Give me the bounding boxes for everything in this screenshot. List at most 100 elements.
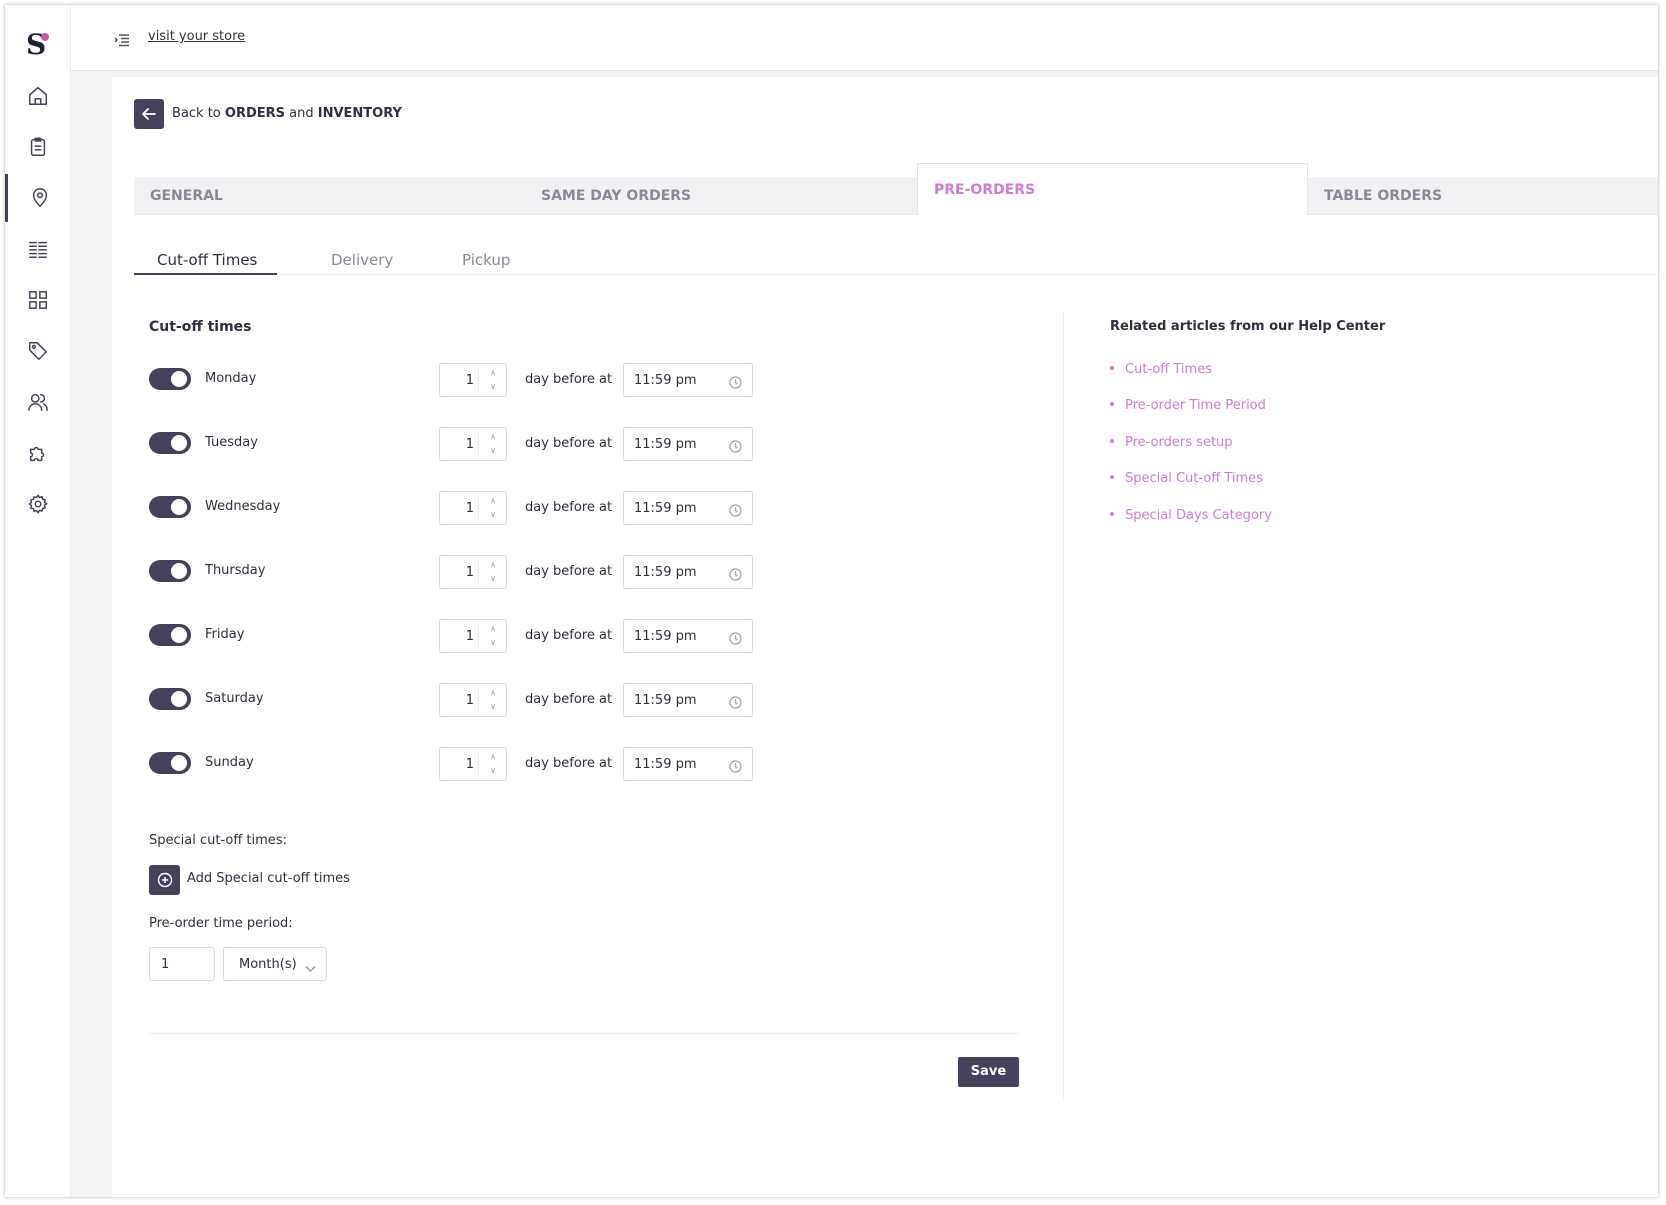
- saturday-toggle[interactable]: [149, 688, 191, 710]
- clipboard-icon[interactable]: [5, 123, 71, 171]
- special-cutoff-label: Special cut-off times:: [149, 833, 287, 848]
- gear-icon[interactable]: [5, 480, 71, 528]
- tab-same-day-orders[interactable]: SAME DAY ORDERS: [525, 177, 917, 215]
- clock-icon: [729, 758, 742, 773]
- days-before-stepper[interactable]: 1 ∧ ∨: [439, 427, 507, 461]
- grid-icon[interactable]: [5, 276, 71, 324]
- cutoff-row-tuesday: Tuesday 1 ∧ ∨ day before at 11:59 pm: [149, 427, 769, 463]
- menu-collapse-icon[interactable]: [114, 32, 129, 47]
- clock-icon: [729, 502, 742, 517]
- back-button[interactable]: [134, 99, 164, 129]
- settings-card: Back to ORDERS and INVENTORY GENERAL SAM…: [112, 77, 1658, 1197]
- day-before-label: day before at: [525, 628, 613, 643]
- day-label: Friday: [205, 627, 245, 642]
- tuesday-toggle[interactable]: [149, 432, 191, 454]
- cutoff-row-sunday: Sunday 1 ∧ ∨ day before at 11:59 pm: [149, 747, 769, 783]
- help-center-title: Related articles from our Help Center: [1110, 319, 1386, 334]
- day-before-label: day before at: [525, 372, 613, 387]
- cutoff-time-input[interactable]: 11:59 pm: [623, 747, 753, 781]
- clock-icon: [729, 374, 742, 389]
- wednesday-toggle[interactable]: [149, 496, 191, 518]
- clock-icon: [729, 694, 742, 709]
- app-window: S visit your store Back to ORDERS and IN…: [5, 5, 1658, 1197]
- stepper-arrows[interactable]: ∧ ∨: [478, 364, 506, 396]
- help-link-cutoff-times[interactable]: Cut-off Times: [1110, 360, 1212, 380]
- back-link-text[interactable]: Back to ORDERS and INVENTORY: [172, 104, 402, 124]
- day-label: Wednesday: [205, 499, 281, 514]
- stepper-arrows[interactable]: ∧ ∨: [478, 492, 506, 524]
- column-divider: [1063, 313, 1064, 1101]
- add-special-cutoff-link[interactable]: Add Special cut-off times: [187, 869, 350, 889]
- preorder-period-unit-select[interactable]: Month(s): [223, 947, 327, 981]
- clock-icon: [729, 630, 742, 645]
- clock-icon: [729, 566, 742, 581]
- cutoff-row-wednesday: Wednesday 1 ∧ ∨ day before at 11:59 pm: [149, 491, 769, 527]
- cutoff-time-input[interactable]: 11:59 pm: [623, 491, 753, 525]
- preorder-period-label: Pre-order time period:: [149, 916, 293, 931]
- save-button[interactable]: Save: [958, 1057, 1019, 1087]
- monday-toggle[interactable]: [149, 368, 191, 390]
- stepper-arrows[interactable]: ∧ ∨: [478, 684, 506, 716]
- visit-store-link[interactable]: visit your store: [148, 27, 245, 47]
- help-link-preorders-setup[interactable]: Pre-orders setup: [1110, 433, 1233, 453]
- stepper-arrows[interactable]: ∧ ∨: [478, 428, 506, 460]
- cutoff-time-input[interactable]: 11:59 pm: [623, 363, 753, 397]
- day-label: Sunday: [205, 755, 254, 770]
- brand-logo[interactable]: S: [25, 27, 55, 63]
- cutoff-row-thursday: Thursday 1 ∧ ∨ day before at 11:59 pm: [149, 555, 769, 591]
- puzzle-icon[interactable]: [5, 429, 71, 477]
- stepper-arrows[interactable]: ∧ ∨: [478, 748, 506, 780]
- arrow-left-icon: [142, 108, 156, 120]
- thursday-toggle[interactable]: [149, 560, 191, 582]
- day-before-label: day before at: [525, 692, 613, 707]
- tag-icon[interactable]: [5, 327, 71, 375]
- active-subtab-indicator: [134, 273, 277, 275]
- day-before-label: day before at: [525, 436, 613, 451]
- help-link-preorder-time-period[interactable]: Pre-order Time Period: [1110, 396, 1266, 416]
- subtab-pickup[interactable]: Pickup: [462, 249, 510, 271]
- day-before-label: day before at: [525, 756, 613, 771]
- days-before-stepper[interactable]: 1 ∧ ∨: [439, 555, 507, 589]
- top-bar: visit your store: [71, 5, 1658, 71]
- stepper-arrows[interactable]: ∧ ∨: [478, 620, 506, 652]
- sidebar: S: [5, 5, 71, 1197]
- subtab-delivery[interactable]: Delivery: [331, 249, 393, 271]
- list-icon[interactable]: [5, 225, 71, 273]
- cutoff-row-saturday: Saturday 1 ∧ ∨ day before at 11:59 pm: [149, 683, 769, 719]
- days-before-stepper[interactable]: 1 ∧ ∨: [439, 619, 507, 653]
- help-link-special-cutoff-times[interactable]: Special Cut-off Times: [1110, 469, 1263, 489]
- add-special-cutoff-button[interactable]: [149, 865, 180, 895]
- days-before-stepper[interactable]: 1 ∧ ∨: [439, 747, 507, 781]
- home-icon[interactable]: [5, 72, 71, 120]
- day-before-label: day before at: [525, 564, 613, 579]
- users-icon[interactable]: [5, 378, 71, 426]
- cutoff-time-input[interactable]: 11:59 pm: [623, 683, 753, 717]
- day-label: Tuesday: [205, 435, 258, 450]
- preorder-period-input[interactable]: 1: [149, 947, 215, 981]
- day-label: Monday: [205, 371, 257, 386]
- days-before-stepper[interactable]: 1 ∧ ∨: [439, 683, 507, 717]
- tab-pre-orders[interactable]: PRE-ORDERS: [917, 163, 1308, 215]
- cutoff-row-friday: Friday 1 ∧ ∨ day before at 11:59 pm: [149, 619, 769, 655]
- day-before-label: day before at: [525, 500, 613, 515]
- cutoff-row-monday: Monday 1 ∧ ∨ day before at 11:59 pm: [149, 363, 769, 399]
- help-link-special-days-category[interactable]: Special Days Category: [1110, 506, 1272, 526]
- day-label: Saturday: [205, 691, 264, 706]
- cutoff-section-title: Cut-off times: [149, 319, 252, 335]
- cutoff-time-input[interactable]: 11:59 pm: [623, 555, 753, 589]
- subtab-cutoff-times[interactable]: Cut-off Times: [157, 249, 257, 271]
- tab-table-orders[interactable]: TABLE ORDERS: [1308, 177, 1658, 215]
- friday-toggle[interactable]: [149, 624, 191, 646]
- stepper-arrows[interactable]: ∧ ∨: [478, 556, 506, 588]
- day-label: Thursday: [205, 563, 266, 578]
- days-before-stepper[interactable]: 1 ∧ ∨: [439, 491, 507, 525]
- subtab-divider: [134, 274, 1658, 275]
- sunday-toggle[interactable]: [149, 752, 191, 774]
- clock-icon: [729, 438, 742, 453]
- cutoff-time-input[interactable]: 11:59 pm: [623, 619, 753, 653]
- tab-general[interactable]: GENERAL: [134, 177, 525, 215]
- cutoff-time-input[interactable]: 11:59 pm: [623, 427, 753, 461]
- days-before-stepper[interactable]: 1 ∧ ∨: [439, 363, 507, 397]
- location-pin-icon[interactable]: [5, 174, 71, 222]
- form-footer-divider: [149, 1033, 1019, 1034]
